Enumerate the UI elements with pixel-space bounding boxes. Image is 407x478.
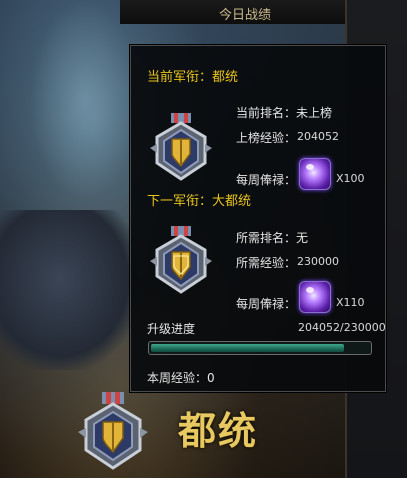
panel-title: 今日战绩 [218, 8, 271, 23]
next-exp-value: 230000 [297, 255, 339, 268]
background-rock [0, 210, 140, 370]
current-salary-value: X100 [336, 172, 365, 185]
current-rank-label: 当前排名：未上榜 [236, 106, 333, 120]
upgrade-progress-bar [148, 341, 372, 355]
next-salary-value: X110 [336, 296, 365, 309]
current-salary-label: 每周俸禄： [236, 173, 297, 187]
gem-icon [299, 158, 331, 190]
current-medal-icon [150, 113, 212, 181]
rank-name: 都统 [178, 408, 259, 453]
current-exp-label: 上榜经验： [236, 131, 297, 145]
background-crystal [30, 0, 140, 200]
progress-value: 204052/230000 [298, 321, 386, 334]
rank-tooltip: 当前军衔：都统 当前排名：未上榜 上榜经验： 204052 每周俸禄： X100… [130, 45, 386, 392]
current-rank-title: 当前军衔：都统 [147, 70, 239, 85]
gem-icon [299, 281, 331, 313]
next-rank-title: 下一军衔：大都统 [147, 194, 252, 209]
next-rank-label: 所需排名：无 [236, 231, 309, 245]
current-exp-value: 204052 [297, 130, 339, 143]
progress-label: 升级进度 [147, 322, 196, 336]
next-medal-icon [150, 226, 212, 294]
weekly-exp: 本周经验：0 [147, 371, 215, 385]
next-exp-label: 所需经验： [236, 256, 297, 270]
upgrade-progress-fill [151, 344, 344, 352]
next-salary-label: 每周俸禄： [236, 297, 297, 311]
medal-icon [78, 392, 148, 470]
